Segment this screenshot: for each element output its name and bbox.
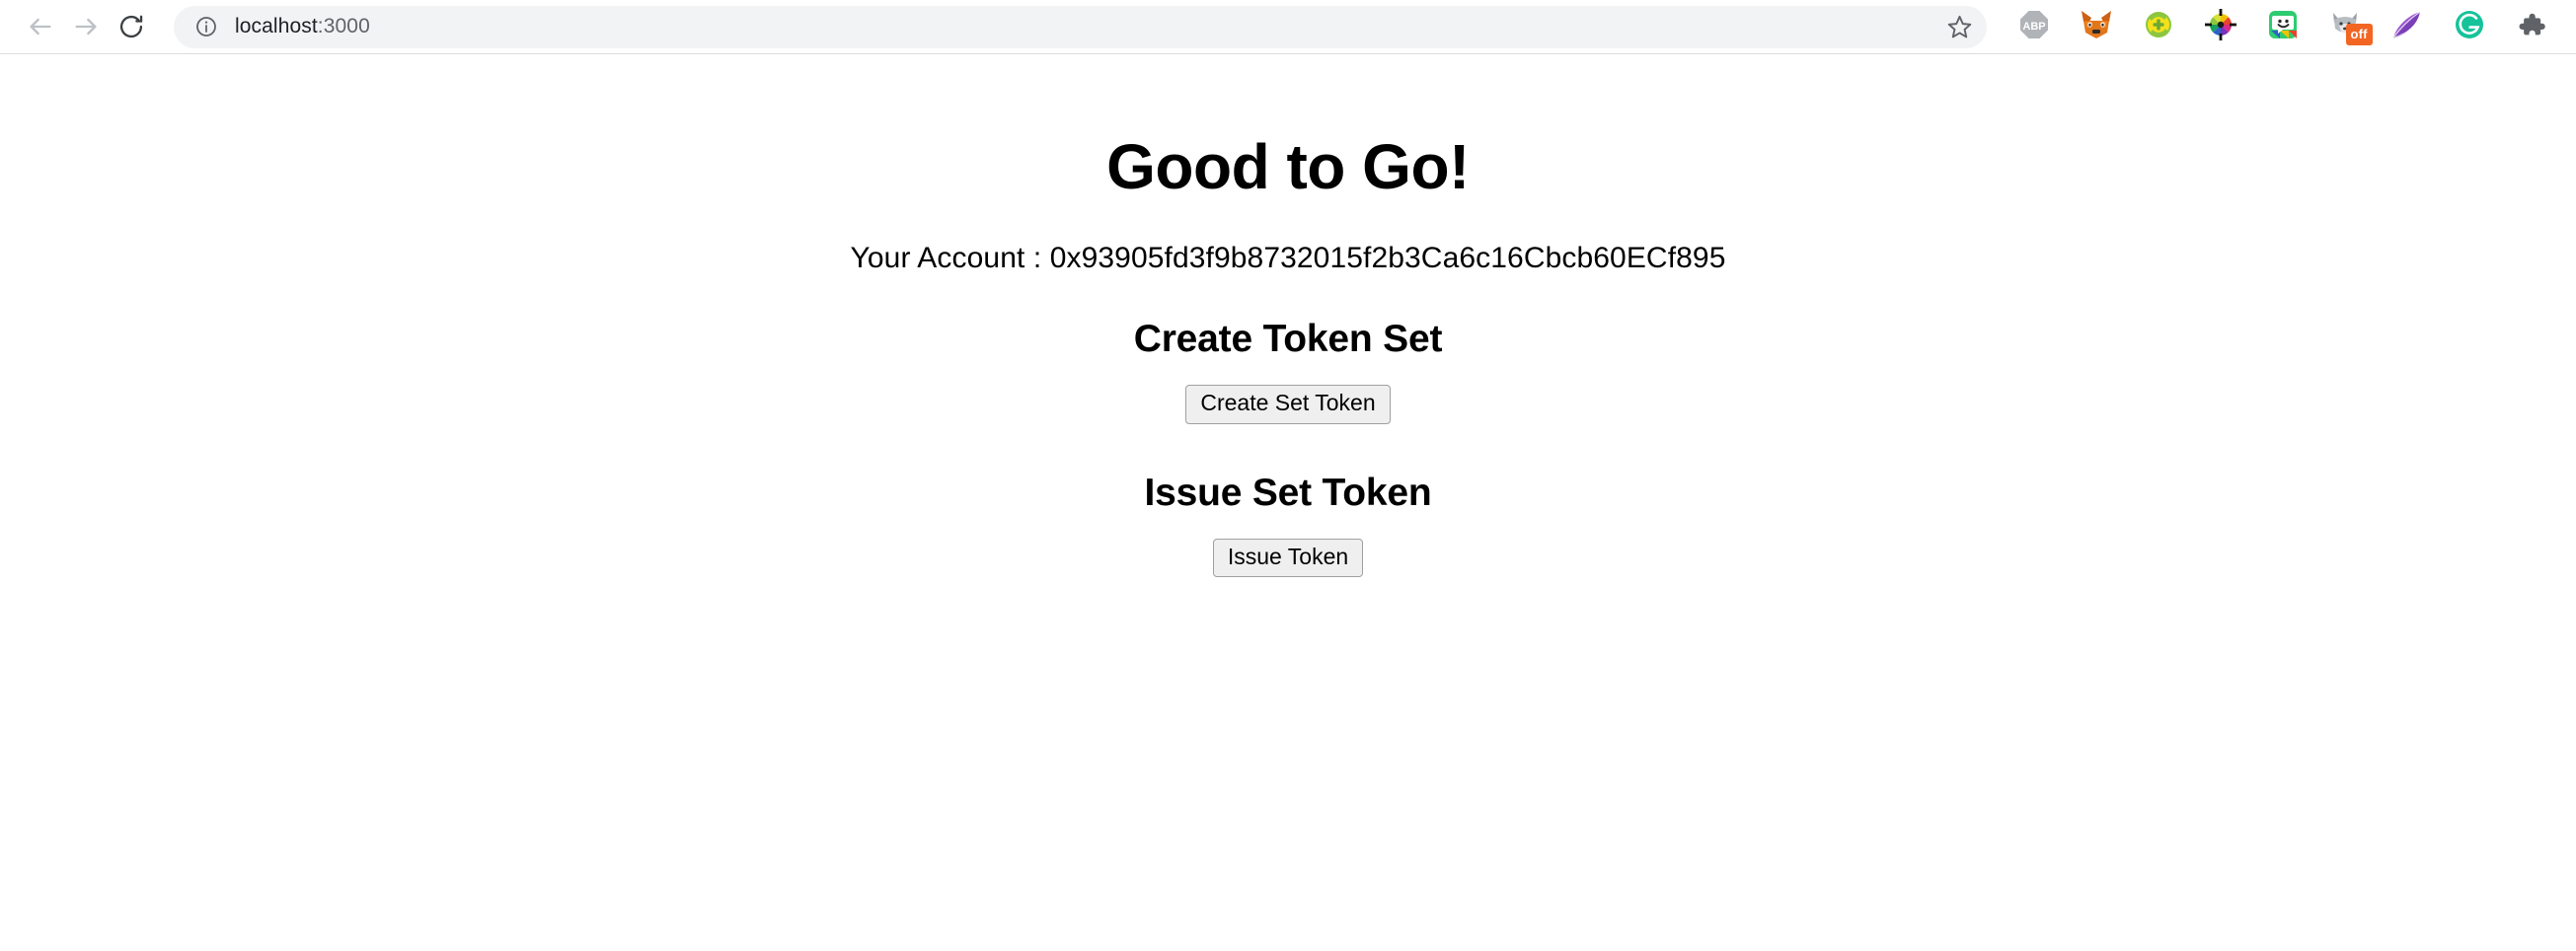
issue-token-button-row: Issue Token: [0, 515, 2576, 578]
adblock-plus-icon: ABP: [2018, 9, 2050, 45]
extension-metamask-button[interactable]: [2065, 4, 2127, 49]
extension-color-picker-button[interactable]: [2189, 4, 2251, 49]
extension-feather-button[interactable]: [2376, 4, 2438, 49]
reload-button[interactable]: [109, 4, 154, 49]
account-address-line: Your Account : 0x93905fd3f9b8732015f2b3C…: [850, 242, 1726, 274]
url-port: :3000: [317, 15, 370, 37]
forward-button[interactable]: [63, 4, 109, 49]
extension-grammarly-button[interactable]: [2438, 4, 2500, 49]
site-info-icon[interactable]: [193, 14, 219, 39]
puzzle-piece-icon: [2517, 10, 2546, 44]
url-text[interactable]: localhost:3000: [235, 15, 1937, 38]
feather-quill-icon: [2390, 9, 2424, 45]
bookmark-star-icon[interactable]: [1937, 5, 1981, 48]
extensions-menu-button[interactable]: [2500, 4, 2562, 49]
grammarly-icon: [2454, 9, 2485, 45]
back-button[interactable]: [18, 4, 63, 49]
page-content: Good to Go! Your Account : 0x93905fd3f9b…: [0, 54, 2576, 951]
extension-coin-saver-button[interactable]: [2127, 4, 2189, 49]
forward-arrow-icon: [72, 13, 100, 40]
smiley-chat-icon: [2267, 9, 2299, 45]
metamask-fox-icon: [2080, 9, 2113, 45]
create-token-set-heading: Create Token Set: [1133, 318, 1443, 360]
wolf-icon: off: [2329, 10, 2373, 45]
extensions-toolbar: ABP off: [1997, 4, 2562, 49]
svg-text:ABP: ABP: [2022, 21, 2045, 33]
coin-plus-icon: [2143, 9, 2174, 45]
extension-smiley-chat-button[interactable]: [2251, 4, 2313, 49]
extension-adblock-plus-button[interactable]: ABP: [2003, 4, 2065, 49]
create-set-token-button[interactable]: Create Set Token: [1185, 385, 1391, 424]
create-token-button-row: Create Set Token: [0, 361, 2576, 424]
extension-wolf-off-button[interactable]: off: [2313, 4, 2376, 49]
address-bar[interactable]: localhost:3000: [174, 5, 1987, 48]
back-arrow-icon: [27, 13, 54, 40]
issue-set-token-heading: Issue Set Token: [1144, 471, 1432, 514]
url-host: localhost: [235, 15, 318, 37]
reload-icon: [117, 13, 145, 40]
page-title: Good to Go!: [1106, 131, 1470, 202]
issue-token-button[interactable]: Issue Token: [1212, 538, 1364, 578]
color-wheel-icon: [2204, 8, 2236, 45]
wolf-off-badge: off: [2345, 23, 2373, 45]
browser-toolbar: localhost:3000 ABP off: [0, 0, 2576, 54]
